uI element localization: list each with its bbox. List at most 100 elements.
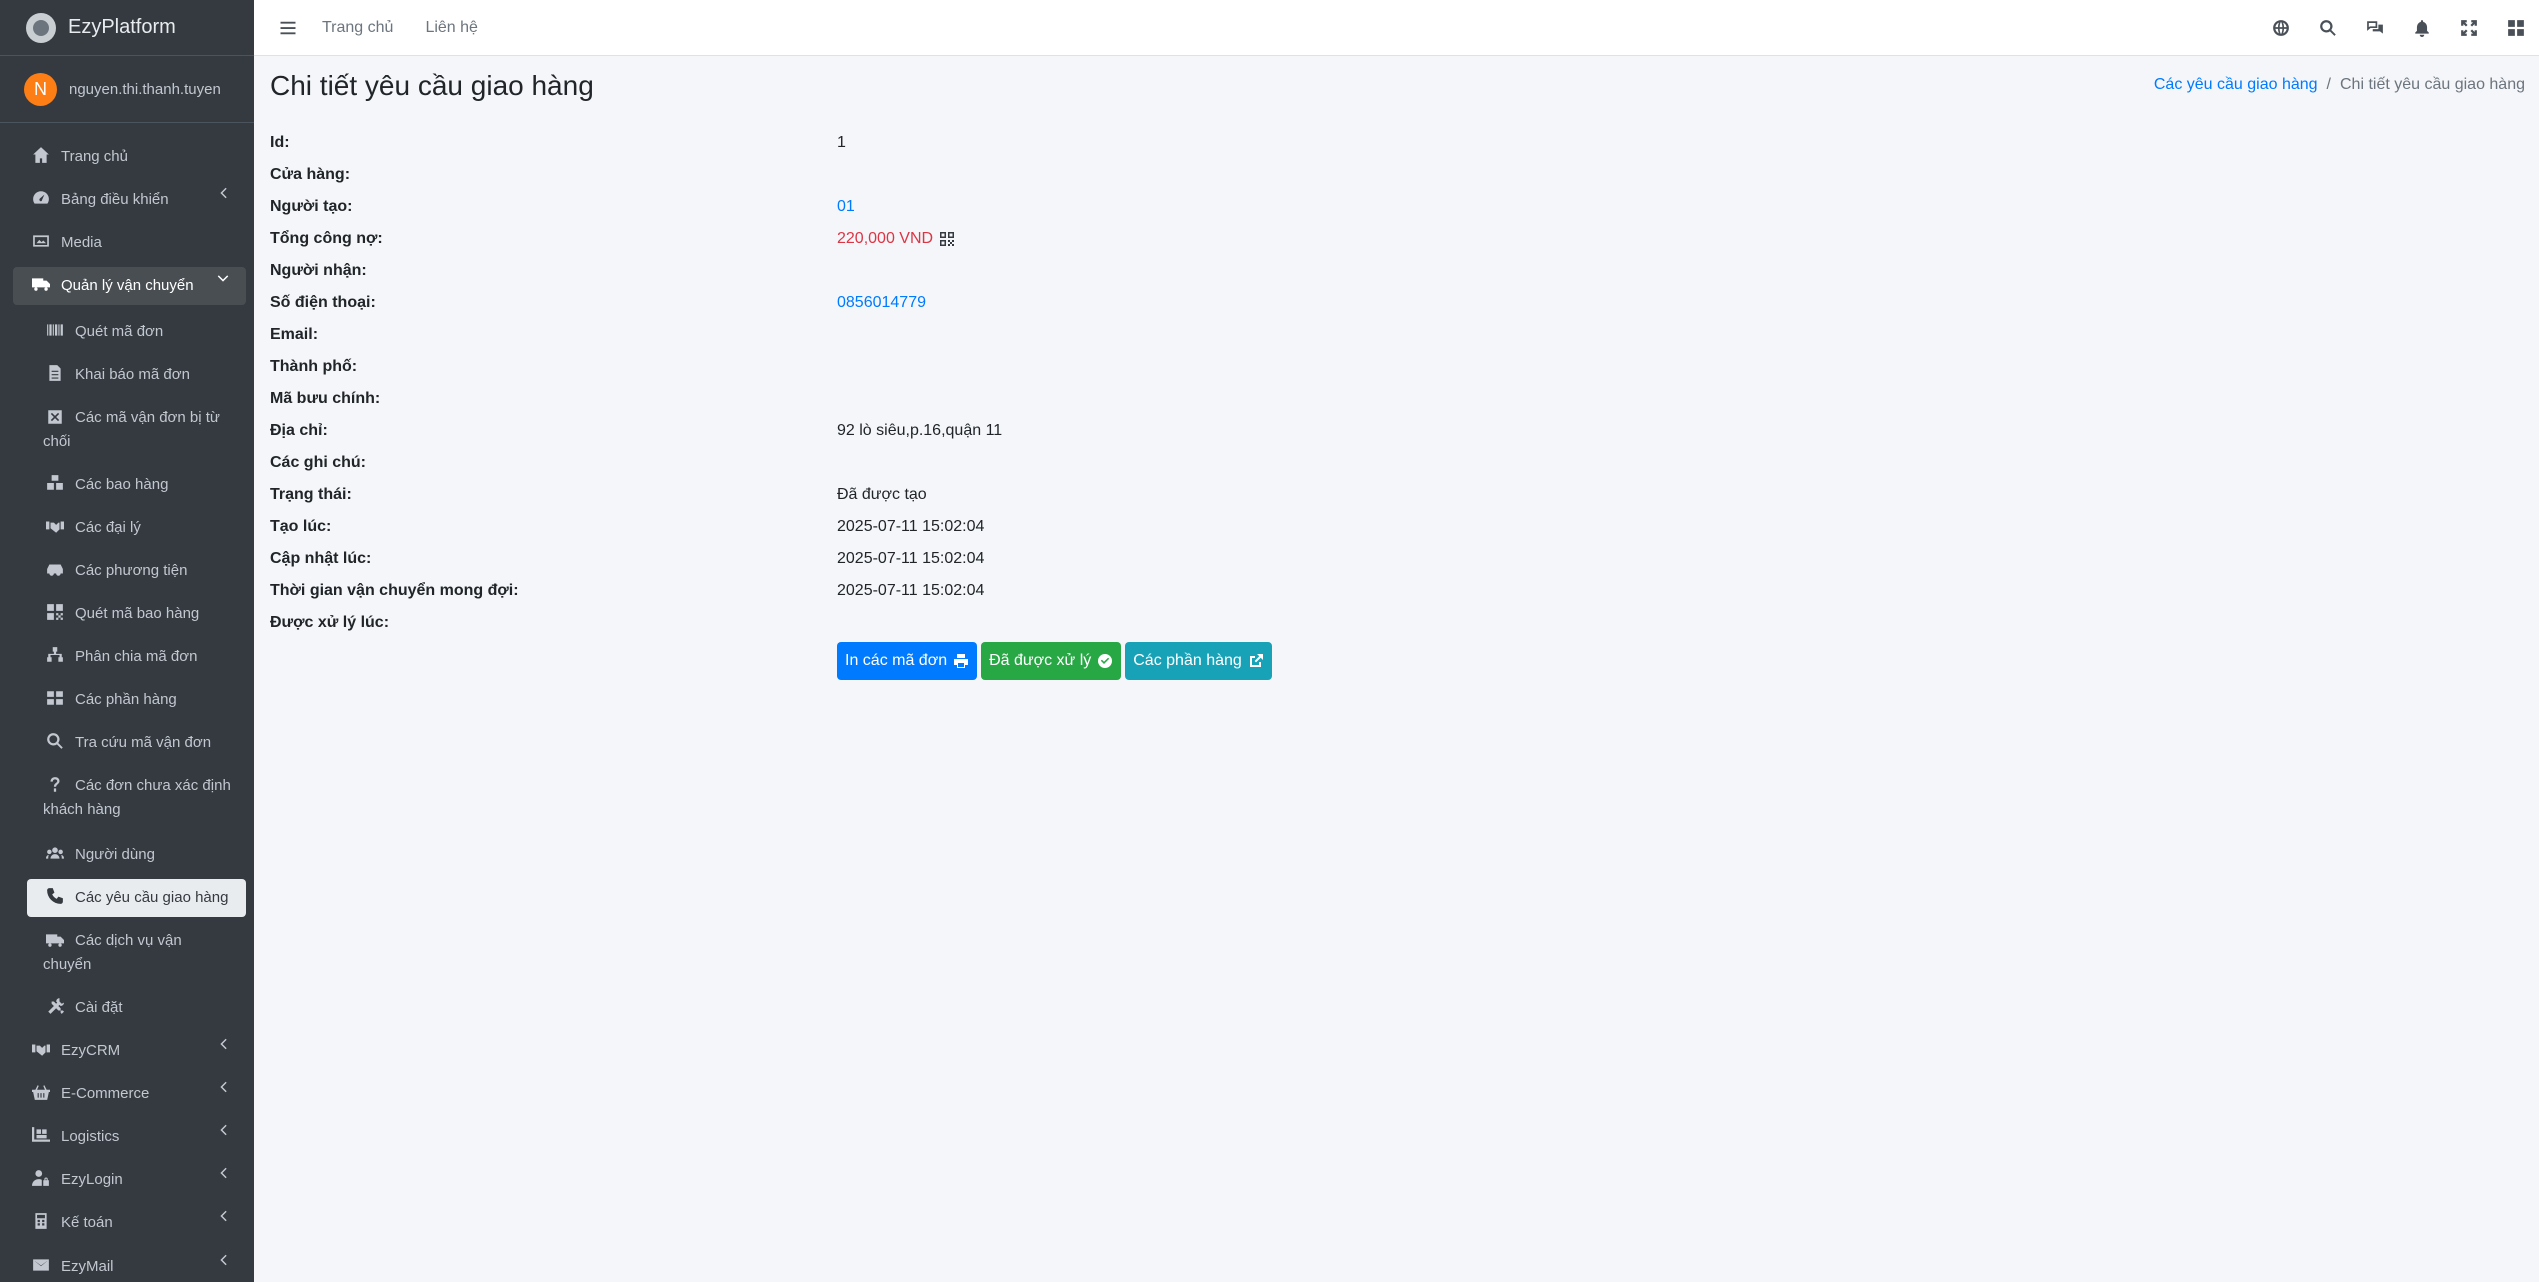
detail-label: Tổng công nợ: <box>270 230 383 247</box>
document-icon <box>43 363 67 383</box>
envelope-icon <box>29 1255 53 1275</box>
truck-icon <box>29 274 53 294</box>
print-icon <box>954 654 969 668</box>
detail-value-status: Đã được tạo <box>837 486 927 503</box>
topbar-icons <box>2257 0 2539 56</box>
detail-row-expected-time: Thời gian vận chuyển mong đợi: 2025-07-1… <box>270 575 1370 607</box>
detail-row-notes: Các ghi chú: <box>270 447 1370 479</box>
sidebar-item-home[interactable]: Trang chủ <box>13 138 246 176</box>
detail-value-updated-at: 2025-07-11 15:02:04 <box>837 550 985 567</box>
chevron-left-icon <box>216 1037 230 1051</box>
sidebar-item-media[interactable]: Media <box>13 224 246 262</box>
sidebar-item-shipping-services[interactable]: Các dịch vụ vận chuyển <box>27 922 246 977</box>
sidebar-item-lookup[interactable]: Tra cứu mã vận đơn <box>27 724 246 755</box>
expand-icon[interactable] <box>2445 0 2492 56</box>
sidebar-item-settings[interactable]: Cài đặt <box>27 989 246 1020</box>
sidebar-item-label: Các đơn chưa xác định khách hàng <box>43 777 231 818</box>
sidebar-item-ezylogin[interactable]: EzyLogin <box>13 1161 246 1199</box>
phone-link[interactable]: 0856014779 <box>837 294 926 312</box>
brand-link[interactable]: EzyPlatform <box>0 0 254 56</box>
comments-icon[interactable] <box>2351 0 2398 56</box>
sidebar-item-scan-package[interactable]: Quét mã bao hàng <box>27 595 246 626</box>
home-icon <box>29 145 53 165</box>
sidebar-item-delivery-requests[interactable]: Các yêu cầu giao hàng <box>27 879 246 917</box>
handshake-icon <box>29 1039 53 1059</box>
search-icon[interactable] <box>2304 0 2351 56</box>
sidebar-item-label: Kế toán <box>61 1214 113 1231</box>
sidebar-item-sections[interactable]: Các phần hàng <box>27 681 246 712</box>
close-box-icon <box>43 407 67 427</box>
print-orders-button[interactable]: In các mã đơn <box>837 642 978 680</box>
sidebar-item-packages[interactable]: Các bao hàng <box>27 466 246 497</box>
sidebar-item-label: Các phần hàng <box>75 691 177 708</box>
detail-value-id: 1 <box>837 134 846 151</box>
detail-label: Số điện thoại: <box>270 294 376 311</box>
basket-icon <box>29 1082 53 1102</box>
sidebar-item-label: Các đại lý <box>75 519 141 536</box>
sidebar-item-dashboard[interactable]: Bảng điều khiển <box>13 181 246 219</box>
question-icon <box>43 775 67 795</box>
grid-icon <box>43 688 67 708</box>
sidebar-item-logistics[interactable]: Logistics <box>13 1118 246 1156</box>
mark-processed-button[interactable]: Đã được xử lý <box>981 642 1122 680</box>
detail-row-total-debt: Tổng công nợ: 220,000 VND <box>270 223 1370 255</box>
qrcode-icon[interactable] <box>939 231 955 247</box>
boxes-icon <box>43 473 67 493</box>
detail-label: Được xử lý lúc: <box>270 614 390 631</box>
sidebar-item-unknown-customers[interactable]: Các đơn chưa xác định khách hàng <box>27 767 246 822</box>
detail-label: Thành phố: <box>270 358 358 375</box>
sidebar-item-vehicles[interactable]: Các phương tiện <box>27 552 246 583</box>
sidebar-item-split-order[interactable]: Phân chia mã đơn <box>27 638 246 669</box>
user-name[interactable]: nguyen.thi.thanh.tuyen <box>69 81 221 98</box>
detail-label: Mã bưu chính: <box>270 390 381 407</box>
sidebar-item-agents[interactable]: Các đại lý <box>27 509 246 540</box>
sidebar-item-label: EzyMail <box>61 1258 114 1275</box>
detail-row-processed-at: Được xử lý lúc: <box>270 607 1370 639</box>
detail-label: Thời gian vận chuyển mong đợi: <box>270 582 519 599</box>
nav-link-contact[interactable]: Liên hệ <box>425 19 478 37</box>
calculator-icon <box>29 1211 53 1231</box>
apps-grid-icon[interactable] <box>2492 0 2539 56</box>
detail-value-total-debt: 220,000 VND <box>837 230 955 248</box>
sidebar-item-ezycrm[interactable]: EzyCRM <box>13 1032 246 1070</box>
sidebar-item-label: Quét mã đơn <box>75 323 164 340</box>
chevron-left-icon <box>216 1080 230 1094</box>
sidebar-item-label: Các dịch vụ vận chuyển <box>43 932 182 973</box>
detail-label: Tạo lúc: <box>270 518 332 535</box>
car-icon <box>43 559 67 579</box>
detail-row-created-at: Tạo lúc: 2025-07-11 15:02:04 <box>270 511 1370 543</box>
sidebar-item-rejected-orders[interactable]: Các mã vận đơn bị từ chối <box>27 399 246 454</box>
sidebar-item-accounting[interactable]: Kế toán <box>13 1204 246 1242</box>
pallet-icon <box>29 1125 53 1145</box>
sidebar-item-declare-order[interactable]: Khai báo mã đơn <box>27 356 246 387</box>
menu-icon[interactable] <box>278 18 298 38</box>
sidebar-item-users[interactable]: Người dùng <box>27 836 246 867</box>
topbar: Trang chủ Liên hệ <box>254 0 2539 56</box>
detail-label: Người nhận: <box>270 262 367 279</box>
breadcrumb: Các yêu cầu giao hàng / Chi tiết yêu cầu… <box>2154 76 2525 94</box>
bell-icon[interactable] <box>2398 0 2445 56</box>
button-label: In các mã đơn <box>845 652 948 669</box>
sections-button[interactable]: Các phần hàng <box>1125 642 1272 680</box>
tools-icon <box>43 996 67 1016</box>
detail-value-address: 92 lò siêu,p.16,quận 11 <box>837 422 1003 439</box>
detail-row-receiver: Người nhận: <box>270 255 1370 287</box>
creator-link[interactable]: 01 <box>837 198 855 216</box>
detail-label: Người tạo: <box>270 198 353 215</box>
sidebar-item-shipping[interactable]: Quản lý vận chuyển <box>13 267 246 305</box>
detail-row-city: Thành phố: <box>270 351 1370 383</box>
sidebar-item-scan-order[interactable]: Quét mã đơn <box>27 313 246 344</box>
nav-link-home[interactable]: Trang chủ <box>322 19 393 37</box>
detail-row-updated-at: Cập nhật lúc: 2025-07-11 15:02:04 <box>270 543 1370 575</box>
sidebar-item-label: Các yêu cầu giao hàng <box>75 889 229 906</box>
sidebar-item-label: Cài đặt <box>75 999 123 1016</box>
sitemap-icon <box>43 645 67 665</box>
sidebar: EzyPlatform N nguyen.thi.thanh.tuyen Tra… <box>0 0 254 1282</box>
sidebar-item-ezymail[interactable]: EzyMail <box>13 1248 246 1282</box>
sidebar-item-label: Media <box>61 234 102 251</box>
user-panel[interactable]: N nguyen.thi.thanh.tuyen <box>0 56 254 123</box>
sidebar-item-ecommerce[interactable]: E-Commerce <box>13 1075 246 1113</box>
globe-icon[interactable] <box>2257 0 2304 56</box>
breadcrumb-parent-link[interactable]: Các yêu cầu giao hàng <box>2154 76 2318 94</box>
detail-row-phone: Số điện thoại: 0856014779 <box>270 287 1370 319</box>
